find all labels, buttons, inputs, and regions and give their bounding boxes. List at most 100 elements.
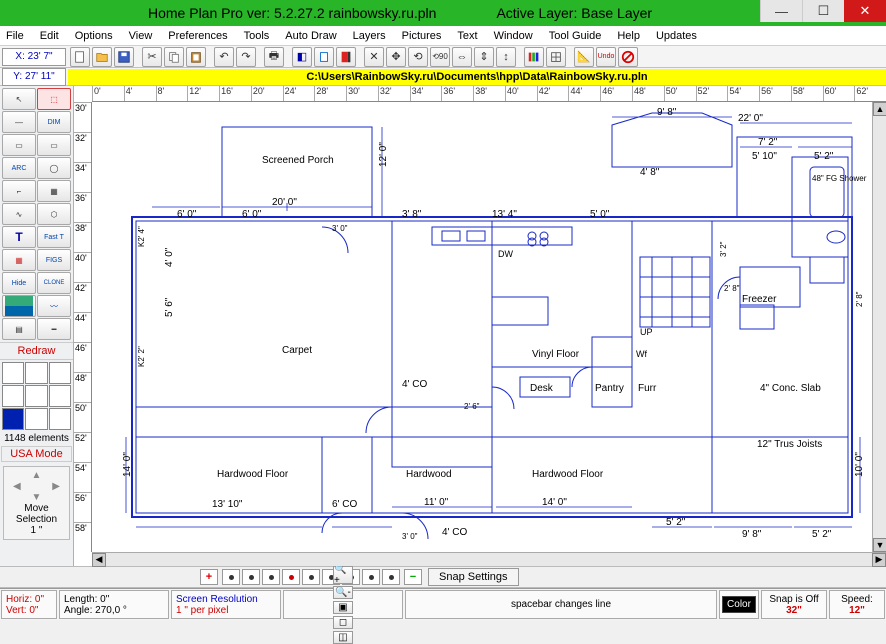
tool-grid[interactable] xyxy=(546,47,566,67)
menu-preferences[interactable]: Preferences xyxy=(168,30,227,42)
zoom-fit[interactable]: ▣ xyxy=(333,601,353,614)
redraw-button[interactable]: Redraw xyxy=(0,342,73,360)
snap-minus[interactable]: − xyxy=(404,569,422,585)
tool-hatch[interactable]: ▤ xyxy=(2,318,36,340)
menu-edit[interactable]: Edit xyxy=(40,30,59,42)
cut-button[interactable]: ✂ xyxy=(142,47,162,67)
zoom-out[interactable]: 🔍- xyxy=(333,586,353,599)
menu-toolguide[interactable]: Tool Guide xyxy=(549,30,602,42)
tool-disk[interactable]: ◧ xyxy=(292,47,312,67)
snap-settings-button[interactable]: Snap Settings xyxy=(428,568,519,586)
tool-rot90[interactable]: ⟲90 xyxy=(430,47,450,67)
menu-autodraw[interactable]: Auto Draw xyxy=(285,30,336,42)
svg-text:6' 0": 6' 0" xyxy=(242,209,262,220)
snap-dot[interactable] xyxy=(382,569,400,585)
open-button[interactable] xyxy=(92,47,112,67)
undo-button[interactable]: ↶ xyxy=(214,47,234,67)
status-speed[interactable]: Speed:12" xyxy=(829,590,885,619)
tool-curve[interactable]: ∿ xyxy=(2,203,36,225)
save-button[interactable] xyxy=(114,47,134,67)
filepath-bar: C:\Users\RainbowSky.ru\Documents\hpp\Dat… xyxy=(68,69,886,85)
snap-dot[interactable] xyxy=(362,569,380,585)
tool-layer[interactable] xyxy=(314,47,334,67)
maximize-button[interactable]: ☐ xyxy=(802,0,844,22)
tool-image[interactable] xyxy=(2,295,36,317)
menu-help[interactable]: Help xyxy=(617,30,640,42)
snap-dot[interactable] xyxy=(282,569,300,585)
ruler-horizontal: 0'4'8'12'16'20'24'28'30'32'34'36'38'40'4… xyxy=(92,86,886,102)
tool-circle[interactable]: ◯ xyxy=(37,157,71,179)
snap-plus[interactable]: + xyxy=(200,569,218,585)
menu-layers[interactable]: Layers xyxy=(353,30,386,42)
tool-flip-v[interactable]: ⇕ xyxy=(474,47,494,67)
usa-mode[interactable]: USA Mode xyxy=(1,446,72,462)
move-right[interactable]: ▶ xyxy=(46,481,66,492)
snap-dot[interactable] xyxy=(222,569,240,585)
menu-pictures[interactable]: Pictures xyxy=(402,30,442,42)
status-hv: Horiz: 0"Vert: 0" xyxy=(1,590,57,619)
zoom-window[interactable]: ◻ xyxy=(333,616,353,629)
tool-rect[interactable]: ▭ xyxy=(2,134,36,156)
snap-dot[interactable] xyxy=(262,569,280,585)
tool-figs[interactable]: FIGS xyxy=(37,249,71,271)
tool-exit[interactable] xyxy=(336,47,356,67)
new-button[interactable] xyxy=(70,47,90,67)
print-button[interactable]: 🖶 xyxy=(264,47,284,67)
tool-door[interactable]: ⌐ xyxy=(2,180,36,202)
tool-fill[interactable]: ▦ xyxy=(2,249,36,271)
close-button[interactable]: ✕ xyxy=(844,0,886,22)
tool-clone[interactable]: CLONE xyxy=(37,272,71,294)
move-selection-panel: ▲ ◀▶ ▼ Move Selection 1 " xyxy=(3,466,70,540)
tool-dim-icon[interactable]: DIM xyxy=(37,111,71,133)
tool-dim[interactable]: ✕ xyxy=(364,47,384,67)
redo-button[interactable]: ↷ xyxy=(236,47,256,67)
menu-tools[interactable]: Tools xyxy=(244,30,270,42)
svg-text:20' 0": 20' 0" xyxy=(272,197,297,208)
tool-arc[interactable]: ARC xyxy=(2,157,36,179)
move-down[interactable]: ▼ xyxy=(27,492,47,503)
floorplan-drawing[interactable]: Screened Porch Carpet Vinyl Floor Hardwo… xyxy=(92,102,872,552)
snap-dot[interactable] xyxy=(302,569,320,585)
tool-wall[interactable]: ━ xyxy=(37,318,71,340)
tool-undo2[interactable]: Undo xyxy=(596,47,616,67)
tool-spline[interactable]: 〰 xyxy=(37,295,71,317)
menu-options[interactable]: Options xyxy=(75,30,113,42)
canvas[interactable]: 0'4'8'12'16'20'24'28'30'32'34'36'38'40'4… xyxy=(74,86,886,566)
tool-flip-h[interactable]: ⇔ xyxy=(452,47,472,67)
tool-ortho[interactable]: ↕ xyxy=(496,47,516,67)
tool-text[interactable]: T xyxy=(2,226,36,248)
move-sel-dist: 1 " xyxy=(7,525,66,536)
menu-text[interactable]: Text xyxy=(457,30,477,42)
tool-select[interactable]: ⬚ xyxy=(37,88,71,110)
minimize-button[interactable]: — xyxy=(760,0,802,22)
tool-move[interactable]: ✥ xyxy=(386,47,406,67)
menu-view[interactable]: View xyxy=(129,30,153,42)
tool-rotate[interactable]: ⟲ xyxy=(408,47,428,67)
zoom-in[interactable]: 🔍+ xyxy=(333,566,353,584)
move-up[interactable]: ▲ xyxy=(27,470,47,481)
tool-window[interactable]: ▦ xyxy=(37,180,71,202)
tool-noentry[interactable] xyxy=(618,47,638,67)
zoom-prev[interactable]: ◫ xyxy=(333,631,353,644)
tool-colors[interactable] xyxy=(524,47,544,67)
menu-window[interactable]: Window xyxy=(494,30,533,42)
scrollbar-vertical[interactable]: ▲ ▼ xyxy=(872,102,886,552)
tool-poly[interactable]: ⬡ xyxy=(37,203,71,225)
snap-dot[interactable] xyxy=(242,569,260,585)
status-snap[interactable]: Snap is Off32" xyxy=(761,590,827,619)
color-button[interactable]: Color xyxy=(719,590,759,619)
copy-button[interactable] xyxy=(164,47,184,67)
tool-rect2[interactable]: ▭ xyxy=(37,134,71,156)
tool-fast-t[interactable]: Fast T xyxy=(37,226,71,248)
svg-text:K2' 2": K2' 2" xyxy=(137,346,146,367)
pattern-grid[interactable] xyxy=(0,360,73,432)
move-left[interactable]: ◀ xyxy=(7,481,27,492)
tool-measure[interactable]: 📐 xyxy=(574,47,594,67)
menu-file[interactable]: File xyxy=(6,30,24,42)
tool-pointer[interactable]: ↖ xyxy=(2,88,36,110)
menu-updates[interactable]: Updates xyxy=(656,30,697,42)
svg-text:DW: DW xyxy=(498,249,513,259)
scrollbar-horizontal[interactable]: ◀ ▶ xyxy=(92,552,886,566)
tool-line[interactable]: — xyxy=(2,111,36,133)
paste-button[interactable] xyxy=(186,47,206,67)
